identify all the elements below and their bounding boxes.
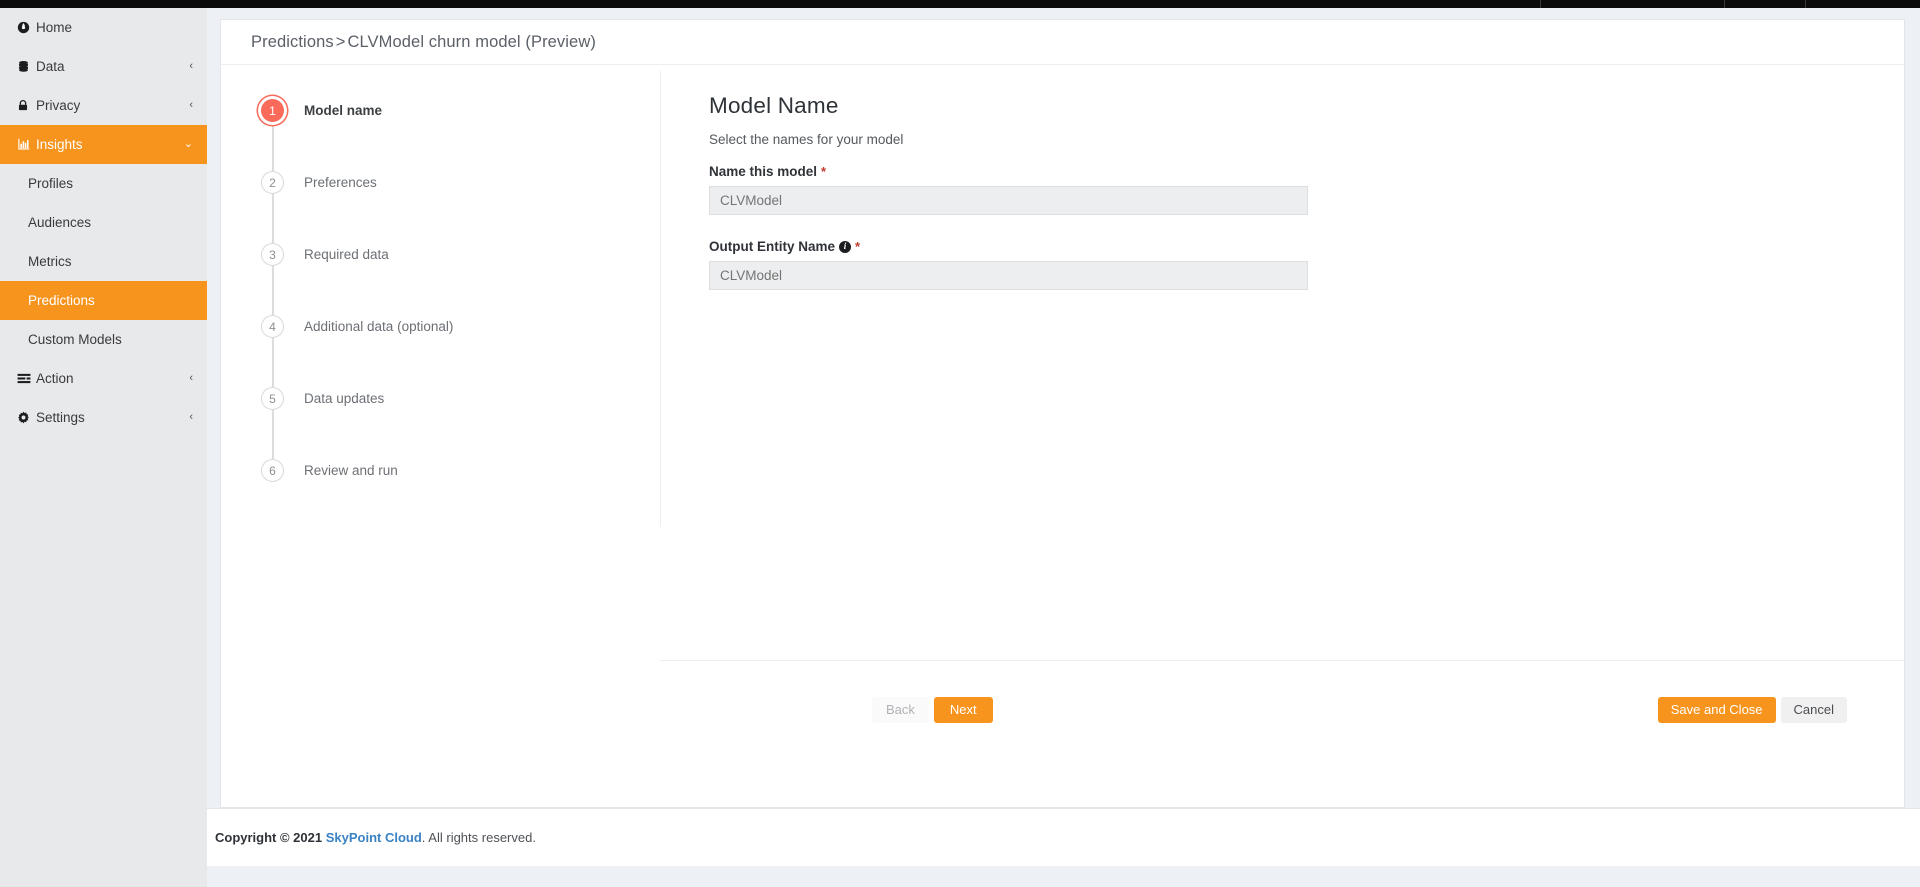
sidebar-item-profiles[interactable]: Profiles [0, 164, 207, 203]
name-this-model-label: Name this model * [709, 164, 1409, 179]
sidebar-item-label: Action [36, 371, 74, 386]
sidebar-item-label: Settings [36, 410, 85, 425]
info-icon[interactable]: i [839, 240, 852, 253]
sidebar-item-privacy[interactable]: Privacy ‹ [0, 86, 207, 125]
breadcrumb-root[interactable]: Predictions [251, 33, 334, 51]
chevron-left-icon: ‹ [189, 411, 193, 423]
wizard-save-buttons: Save and Close Cancel [1657, 697, 1847, 723]
step-label: Required data [304, 247, 389, 262]
sidebar-item-label: Profiles [28, 176, 74, 191]
card-header: Predictions > CLVModel churn model (Previe… [221, 20, 1904, 65]
sidebar-item-settings[interactable]: Settings ‹ [0, 398, 207, 437]
step-number: 4 [261, 315, 284, 338]
step-number: 1 [261, 99, 284, 122]
sidebar-item-home[interactable]: Home [0, 8, 207, 47]
back-button[interactable]: Back [872, 697, 929, 723]
sidebar-item-action[interactable]: Action ‹ [0, 359, 207, 398]
field-label-text: Output Entity Name [709, 239, 836, 254]
breadcrumb: Predictions > CLVModel churn model (Previe… [251, 33, 596, 52]
app-root: Home Data ‹ Privacy ‹ Insights ⌄ Profile… [0, 0, 1920, 887]
copyright-suffix: . All rights reserved. [421, 830, 536, 845]
sidebar-item-custom-models[interactable]: Custom Models [0, 320, 207, 359]
sidebar-item-label: Custom Models [28, 332, 122, 347]
home-icon [17, 21, 36, 34]
next-button[interactable]: Next [933, 697, 993, 723]
required-asterisk: * [855, 239, 861, 254]
step-model-name[interactable]: 1 Model name [251, 91, 641, 194]
sidebar-item-insights[interactable]: Insights ⌄ [0, 125, 207, 164]
chevron-down-icon: ⌄ [183, 138, 193, 150]
copyright-prefix: Copyright © 2021 [215, 830, 323, 845]
copyright: Copyright © 2021 SkyPoint Cloud. All rig… [215, 830, 536, 845]
lock-icon [17, 99, 36, 112]
browser-chrome-strip [0, 0, 1920, 8]
name-this-model-input[interactable] [709, 186, 1308, 215]
sidebar-item-label: Audiences [28, 215, 92, 230]
chevron-left-icon: ‹ [189, 372, 193, 384]
gear-icon [17, 411, 36, 424]
step-required-data[interactable]: 3 Required data [251, 235, 641, 338]
step-number: 3 [261, 243, 284, 266]
sidebar-item-label: Insights [36, 137, 83, 152]
page-footer: Copyright © 2021 SkyPoint Cloud. All rig… [207, 808, 1920, 866]
model-name-panel: Model Name Select the names for your mod… [709, 93, 1409, 290]
wizard-stepper: 1 Model name 2 Preferences 3 Required da… [251, 91, 641, 523]
chevron-left-icon: ‹ [189, 99, 193, 111]
step-label: Data updates [304, 391, 385, 406]
database-icon [17, 60, 36, 73]
chart-icon [17, 138, 36, 151]
output-entity-name-input[interactable] [709, 261, 1308, 290]
step-label: Model name [304, 103, 383, 118]
sidebar-item-label: Predictions [28, 293, 95, 308]
step-preferences[interactable]: 2 Preferences [251, 163, 641, 266]
step-review-and-run[interactable]: 6 Review and run [251, 451, 641, 523]
step-number: 2 [261, 171, 284, 194]
step-data-updates[interactable]: 5 Data updates [251, 379, 641, 482]
breadcrumb-current: CLVModel churn model (Preview) [347, 32, 596, 51]
sidebar: Home Data ‹ Privacy ‹ Insights ⌄ Profile… [0, 8, 207, 887]
required-asterisk: * [821, 164, 827, 179]
wizard-card: Predictions > CLVModel churn model (Previe… [220, 19, 1905, 808]
step-number: 5 [261, 387, 284, 410]
chevron-left-icon: ‹ [189, 60, 193, 72]
breadcrumb-separator: > [335, 32, 346, 51]
card-body: 1 Model name 2 Preferences 3 Required da… [221, 65, 1904, 757]
sidebar-item-label: Data [36, 59, 65, 74]
sidebar-item-label: Metrics [28, 254, 72, 269]
brand-link[interactable]: SkyPoint Cloud [326, 830, 422, 845]
action-icon [17, 373, 36, 385]
vertical-divider [660, 71, 661, 527]
cancel-button[interactable]: Cancel [1780, 697, 1847, 723]
step-label: Review and run [304, 463, 398, 478]
sidebar-item-data[interactable]: Data ‹ [0, 47, 207, 86]
sidebar-item-metrics[interactable]: Metrics [0, 242, 207, 281]
sidebar-item-label: Home [36, 20, 73, 35]
page-subtitle: Select the names for your model [709, 132, 904, 147]
sidebar-item-predictions[interactable]: Predictions [0, 281, 207, 320]
wizard-action-bar: Back Next Save and Close Cancel [660, 660, 1904, 757]
field-label-text: Name this model [709, 164, 818, 179]
sidebar-item-audiences[interactable]: Audiences [0, 203, 207, 242]
step-additional-data[interactable]: 4 Additional data (optional) [251, 307, 641, 410]
sidebar-item-label: Privacy [36, 98, 81, 113]
save-and-close-button[interactable]: Save and Close [1657, 697, 1776, 723]
wizard-nav-buttons: Back Next [872, 697, 993, 723]
step-label: Preferences [304, 175, 377, 190]
page-title: Model Name [709, 93, 839, 118]
step-label: Additional data (optional) [304, 319, 454, 334]
step-number: 6 [261, 459, 284, 482]
content-area: Predictions > CLVModel churn model (Previe… [207, 8, 1920, 887]
output-entity-name-label: Output Entity Name i * [709, 239, 1409, 254]
